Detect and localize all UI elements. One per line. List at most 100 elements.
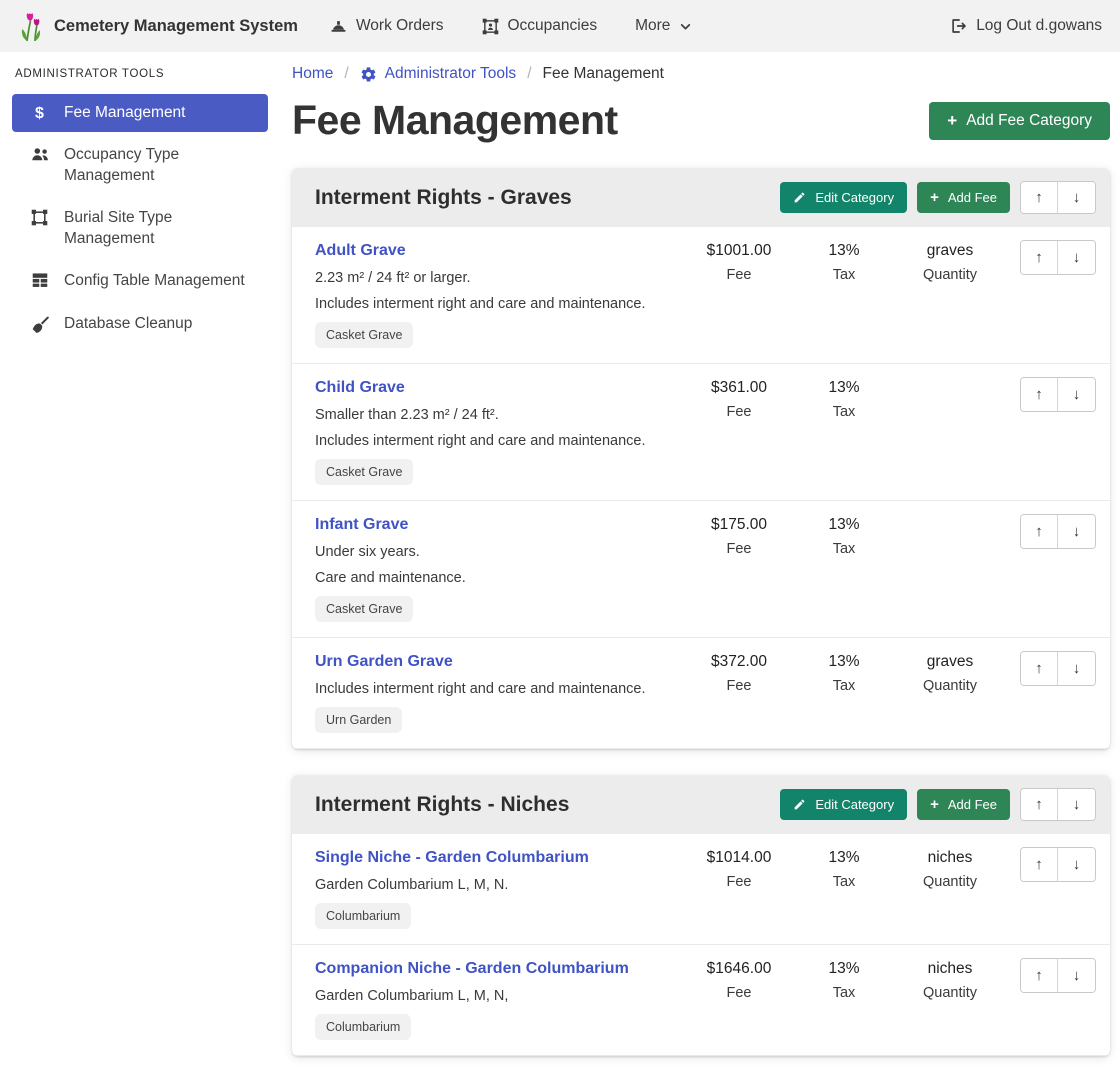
fee-category-card: Interment Rights - Graves Edit Category … — [292, 168, 1110, 749]
category-title: Interment Rights - Graves — [315, 186, 780, 210]
fee-reorder-group: ↑ ↓ — [1020, 240, 1096, 275]
pencil-icon — [793, 798, 806, 811]
fee-amount-cell: $1646.00 Fee — [684, 958, 794, 1001]
add-fee-label: Add Fee — [948, 797, 997, 812]
fee-rows: Single Niche - Garden Columbarium Garden… — [292, 834, 1110, 1056]
fee-description: Garden Columbarium L, M, N, — [315, 988, 676, 1004]
nav-label: Occupancies — [508, 17, 598, 35]
fee-tax-cell: 13% Tax — [794, 958, 894, 1001]
move-category-down-button[interactable]: ↓ — [1058, 182, 1095, 213]
move-fee-down-button[interactable]: ↓ — [1058, 959, 1095, 992]
fee-amount: $361.00 — [684, 379, 794, 397]
fee-tax: 13% — [794, 653, 894, 671]
fee-description: Smaller than 2.23 m² / 24 ft². — [315, 407, 676, 423]
fee-amount-label: Fee — [684, 678, 794, 694]
sidebar-item-fee-management[interactable]: $ Fee Management — [12, 94, 268, 132]
move-category-down-button[interactable]: ↓ — [1058, 789, 1095, 820]
move-fee-down-button[interactable]: ↓ — [1058, 515, 1095, 548]
add-fee-button[interactable]: + Add Fee — [917, 789, 1010, 820]
nav-occupancies[interactable]: Occupancies — [482, 17, 598, 35]
category-actions: Edit Category + Add Fee ↑ ↓ — [780, 788, 1096, 821]
fee-tax: 13% — [794, 516, 894, 534]
fee-tax-label: Tax — [794, 985, 894, 1001]
plus-icon: + — [930, 191, 939, 205]
sidebar-item-occupancy-type[interactable]: Occupancy Type Management — [12, 136, 268, 195]
add-fee-category-button[interactable]: + Add Fee Category — [929, 102, 1110, 140]
move-fee-up-button[interactable]: ↑ — [1021, 241, 1058, 274]
fee-type-badge: Columbarium — [315, 1014, 411, 1040]
fee-amount-cell: $372.00 Fee — [684, 651, 794, 694]
move-fee-up-button[interactable]: ↑ — [1021, 652, 1058, 685]
fee-description: Garden Columbarium L, M, N. — [315, 877, 676, 893]
fee-info: Companion Niche - Garden Columbarium Gar… — [315, 958, 684, 1040]
fee-name-link[interactable]: Infant Grave — [315, 516, 408, 534]
move-category-up-button[interactable]: ↑ — [1021, 789, 1058, 820]
nav-more[interactable]: More — [635, 17, 692, 35]
fee-name-link[interactable]: Companion Niche - Garden Columbarium — [315, 960, 629, 978]
fee-description: Includes interment right and care and ma… — [315, 433, 676, 449]
logout-button[interactable]: Log Out d.gowans — [949, 17, 1102, 35]
fee-amount-cell: $361.00 Fee — [684, 377, 794, 420]
breadcrumb-admin-tools-link[interactable]: Administrator Tools — [360, 65, 517, 83]
sidebar-item-config-table[interactable]: Config Table Management — [12, 262, 268, 300]
fee-name-link[interactable]: Urn Garden Grave — [315, 653, 453, 671]
move-category-up-button[interactable]: ↑ — [1021, 182, 1058, 213]
sidebar-item-database-cleanup[interactable]: Database Cleanup — [12, 305, 268, 343]
fee-info: Adult Grave 2.23 m² / 24 ft² or larger. … — [315, 240, 684, 348]
edit-category-button[interactable]: Edit Category — [780, 789, 907, 820]
frame-icon — [29, 209, 50, 226]
chevron-down-icon — [679, 20, 692, 33]
category-actions: Edit Category + Add Fee ↑ ↓ — [780, 181, 1096, 214]
broom-icon — [29, 315, 50, 333]
fee-amount: $175.00 — [684, 516, 794, 534]
fee-name-link[interactable]: Single Niche - Garden Columbarium — [315, 849, 589, 867]
fee-tax: 13% — [794, 379, 894, 397]
fee-type-badge: Casket Grave — [315, 596, 413, 622]
sidebar-item-burial-site-type[interactable]: Burial Site Type Management — [12, 199, 268, 258]
move-fee-up-button[interactable]: ↑ — [1021, 959, 1058, 992]
move-fee-up-button[interactable]: ↑ — [1021, 848, 1058, 881]
fee-amount-label: Fee — [684, 267, 794, 283]
occupancy-frame-icon — [482, 18, 499, 35]
add-fee-label: Add Fee — [948, 190, 997, 205]
fee-row: Infant Grave Under six years. Care and m… — [292, 501, 1110, 638]
fee-amount: $372.00 — [684, 653, 794, 671]
fee-amount: $1014.00 — [684, 849, 794, 867]
fee-type-badge: Urn Garden — [315, 707, 402, 733]
fee-amount-cell: $1001.00 Fee — [684, 240, 794, 283]
edit-category-button[interactable]: Edit Category — [780, 182, 907, 213]
table-icon — [29, 272, 50, 288]
move-fee-up-button[interactable]: ↑ — [1021, 378, 1058, 411]
fee-quantity-label: Quantity — [894, 678, 1006, 694]
category-list: Interment Rights - Graves Edit Category … — [292, 168, 1110, 1056]
move-fee-down-button[interactable]: ↓ — [1058, 378, 1095, 411]
fee-quantity: niches — [894, 960, 1006, 978]
move-fee-down-button[interactable]: ↓ — [1058, 241, 1095, 274]
plus-icon: + — [930, 798, 939, 812]
fee-quantity-label: Quantity — [894, 985, 1006, 1001]
breadcrumb-home-link[interactable]: Home — [292, 65, 333, 83]
fee-name-link[interactable]: Adult Grave — [315, 242, 406, 260]
move-fee-down-button[interactable]: ↓ — [1058, 652, 1095, 685]
add-fee-button[interactable]: + Add Fee — [917, 182, 1010, 213]
fee-tax: 13% — [794, 242, 894, 260]
page-title: Fee Management — [292, 97, 618, 144]
fee-quantity: graves — [894, 242, 1006, 260]
fee-row: Companion Niche - Garden Columbarium Gar… — [292, 945, 1110, 1056]
fee-type-badge: Casket Grave — [315, 459, 413, 485]
fee-type-badge: Casket Grave — [315, 322, 413, 348]
fee-tax-cell: 13% Tax — [794, 651, 894, 694]
fee-reorder-group: ↑ ↓ — [1020, 651, 1096, 686]
logout-label: Log Out d.gowans — [976, 17, 1102, 35]
brand[interactable]: Cemetery Management System — [18, 10, 298, 42]
fee-amount-cell: $175.00 Fee — [684, 514, 794, 557]
fee-tax: 13% — [794, 849, 894, 867]
nav-work-orders[interactable]: Work Orders — [330, 17, 444, 35]
fee-info: Single Niche - Garden Columbarium Garden… — [315, 847, 684, 929]
fee-quantity: niches — [894, 849, 1006, 867]
fee-reorder-group: ↑ ↓ — [1020, 377, 1096, 412]
move-fee-up-button[interactable]: ↑ — [1021, 515, 1058, 548]
fee-name-link[interactable]: Child Grave — [315, 379, 405, 397]
edit-category-label: Edit Category — [815, 797, 894, 812]
move-fee-down-button[interactable]: ↓ — [1058, 848, 1095, 881]
